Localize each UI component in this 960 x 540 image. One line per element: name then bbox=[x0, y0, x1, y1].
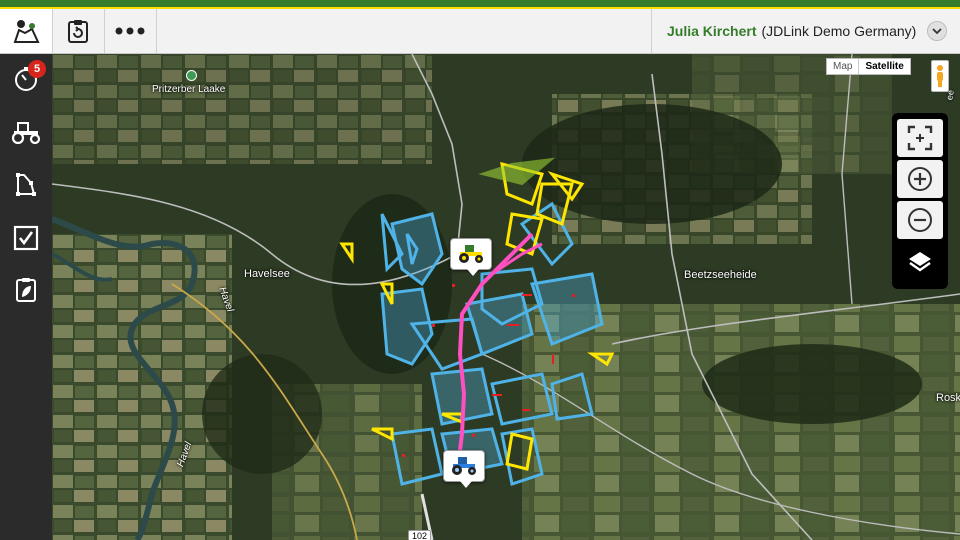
fullscreen-icon bbox=[907, 125, 933, 151]
sidebar-item-timer[interactable]: 5 bbox=[0, 56, 52, 102]
place-label-havelsee: Havelsee bbox=[244, 268, 290, 280]
sidebar: 5 bbox=[0, 54, 52, 540]
sidebar-item-documents[interactable] bbox=[0, 267, 52, 313]
document-leaf-icon bbox=[16, 278, 36, 302]
clipboard-icon bbox=[68, 20, 88, 43]
map-type-satellite-button[interactable]: Satellite bbox=[858, 59, 909, 74]
checkbox-icon bbox=[13, 225, 39, 251]
sidebar-item-machines[interactable] bbox=[0, 109, 52, 155]
tractor-icon bbox=[11, 122, 41, 144]
map-view-button[interactable] bbox=[0, 9, 53, 53]
clipboard-button[interactable] bbox=[52, 9, 105, 53]
user-dropdown-toggle[interactable] bbox=[927, 21, 947, 41]
zoom-out-button[interactable] bbox=[897, 201, 943, 239]
layers-icon bbox=[909, 252, 931, 272]
sidebar-item-fields[interactable] bbox=[0, 162, 52, 208]
layers-button[interactable] bbox=[897, 243, 943, 281]
more-button[interactable] bbox=[104, 9, 157, 53]
poi-icon bbox=[186, 70, 197, 81]
zoom-in-button[interactable] bbox=[897, 160, 943, 198]
place-label-beetzseeheide: Beetzseeheide bbox=[684, 269, 757, 281]
more-dots-icon bbox=[115, 27, 145, 35]
map-machines-icon bbox=[13, 20, 40, 43]
user-menu[interactable]: Julia Kirchert (JDLink Demo Germany) bbox=[651, 9, 960, 53]
field-boundary-icon bbox=[16, 173, 36, 196]
map-type-switch: Map Satellite bbox=[826, 58, 911, 75]
street-view-button[interactable] bbox=[931, 60, 949, 92]
notification-badge: 5 bbox=[28, 60, 46, 78]
zoom-in-icon bbox=[908, 167, 932, 191]
road-shield: 102 bbox=[408, 530, 432, 540]
user-name: Julia Kirchert bbox=[667, 23, 757, 39]
sidebar-item-tasks[interactable] bbox=[0, 215, 52, 261]
satellite-imagery bbox=[52, 54, 960, 540]
brand-stripe bbox=[0, 0, 960, 9]
chevron-down-icon bbox=[932, 28, 942, 34]
map-controls bbox=[892, 113, 948, 289]
pegman-icon bbox=[937, 65, 943, 87]
map-type-map-button[interactable]: Map bbox=[827, 59, 858, 74]
place-label-rosk: Rosk bbox=[936, 392, 960, 404]
tractor-yellow-icon bbox=[459, 245, 483, 263]
place-label-pritzerber: Pritzerber Laake bbox=[152, 84, 226, 95]
top-toolbar: Julia Kirchert (JDLink Demo Germany) bbox=[0, 9, 960, 54]
machine-marker-yellow[interactable] bbox=[450, 238, 492, 276]
zoom-out-icon bbox=[908, 208, 932, 232]
user-organization: (JDLink Demo Germany) bbox=[761, 23, 917, 39]
map-view[interactable]: Pritzerber Laake Havelsee Havel Havel Be… bbox=[52, 54, 960, 540]
tractor-blue-icon bbox=[452, 457, 476, 475]
fullscreen-button[interactable] bbox=[897, 119, 943, 157]
machine-marker-blue[interactable] bbox=[443, 450, 485, 488]
